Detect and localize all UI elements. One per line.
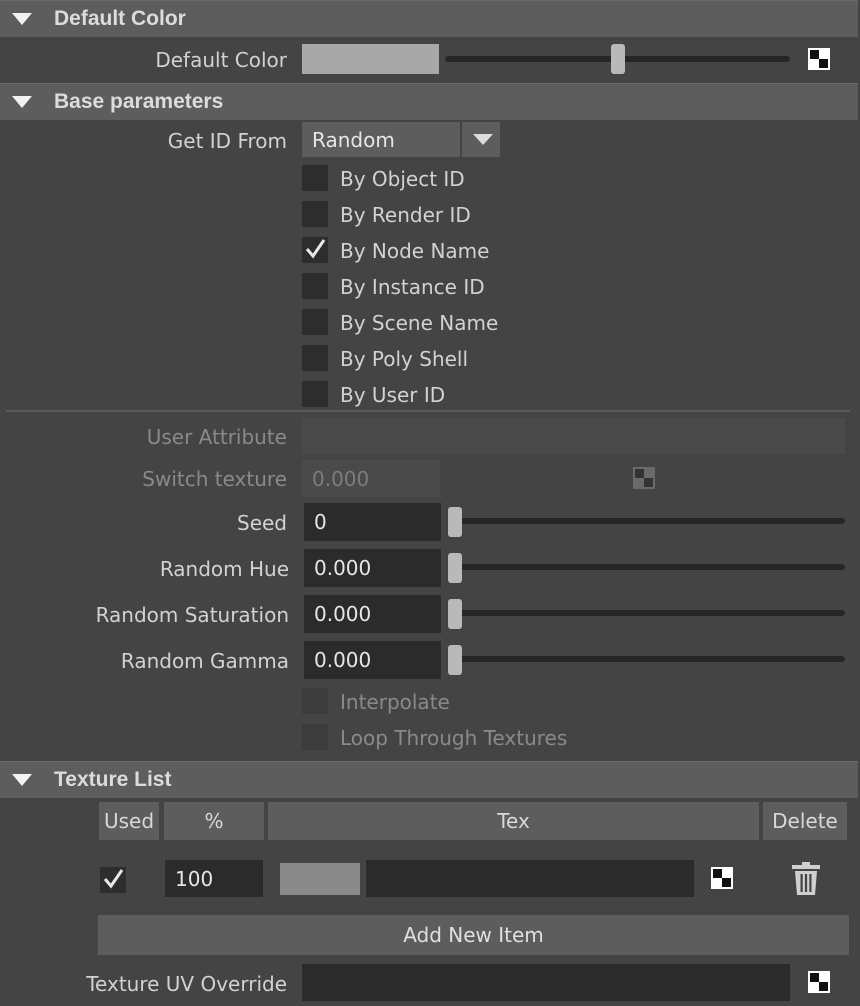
random-saturation-input[interactable]: 0.000 (304, 595, 441, 633)
user-attribute-label: User Attribute (146, 425, 287, 449)
texture-color-swatch[interactable] (280, 863, 360, 895)
get-id-from-label: Get ID From (167, 129, 287, 153)
id-option-label: By Object ID (340, 167, 465, 191)
id-option-checkbox[interactable] (302, 237, 328, 263)
id-option-label: By Poly Shell (340, 347, 469, 371)
id-option-checkbox[interactable] (302, 273, 328, 299)
dropdown-value: Random (312, 128, 395, 152)
random-hue-label: Random Hue (159, 557, 289, 581)
texture-uv-override-label: Texture UV Override (86, 972, 287, 996)
random-hue-slider-track[interactable] (448, 564, 845, 570)
get-id-from-dropdown[interactable]: Random (302, 122, 500, 157)
id-option-label: By Instance ID (340, 275, 485, 299)
random-saturation-slider-track[interactable] (448, 610, 845, 616)
id-option-checkbox[interactable] (302, 345, 328, 371)
trash-icon[interactable] (792, 862, 820, 896)
random-gamma-input[interactable]: 0.000 (304, 641, 441, 679)
section-texture-list[interactable]: Texture List (0, 761, 858, 798)
seed-slider-track[interactable] (448, 518, 845, 524)
random-saturation-label: Random Saturation (95, 603, 289, 627)
chevron-down-icon[interactable] (473, 134, 493, 146)
check-icon (103, 869, 124, 889)
id-option-checkbox[interactable] (302, 165, 328, 191)
seed-input[interactable]: 0 (304, 503, 441, 541)
default-color-swatch[interactable] (302, 44, 439, 74)
random-gamma-label: Random Gamma (120, 649, 289, 673)
dropdown-divider (460, 122, 462, 157)
id-option-label: By Node Name (340, 239, 490, 263)
check-icon (305, 239, 326, 259)
checker-icon[interactable] (633, 467, 655, 489)
id-option-checkbox[interactable] (302, 201, 328, 227)
interpolate-label: Interpolate (340, 690, 450, 714)
switch-texture-input[interactable]: 0.000 (302, 460, 440, 497)
id-option-label: By Scene Name (340, 311, 499, 335)
section-base-parameters[interactable]: Base parameters (0, 83, 858, 120)
section-title: Texture List (54, 768, 172, 791)
id-option-checkbox[interactable] (302, 381, 328, 407)
checker-icon[interactable] (808, 971, 830, 993)
column-header-delete[interactable]: Delete (763, 802, 847, 840)
checker-icon[interactable] (808, 48, 830, 70)
collapse-triangle-icon[interactable] (12, 96, 32, 108)
random-hue-input[interactable]: 0.000 (304, 549, 441, 587)
divider (6, 410, 850, 412)
random-gamma-slider-handle[interactable] (448, 645, 462, 675)
checker-icon[interactable] (711, 867, 733, 889)
interpolate-checkbox[interactable] (302, 688, 328, 714)
texture-uv-override-input[interactable] (302, 964, 790, 1001)
loop-through-textures-checkbox[interactable] (302, 724, 328, 750)
seed-label: Seed (237, 511, 287, 535)
column-header-tex[interactable]: Tex (268, 802, 759, 840)
random-saturation-slider-handle[interactable] (448, 599, 462, 629)
seed-slider-handle[interactable] (448, 507, 462, 537)
percent-input[interactable]: 100 (165, 860, 263, 897)
id-option-label: By User ID (340, 383, 446, 407)
loop-through-textures-label: Loop Through Textures (340, 726, 568, 750)
default-color-label: Default Color (155, 48, 287, 72)
default-color-slider-handle[interactable] (610, 44, 625, 74)
column-header-used[interactable]: Used (99, 802, 159, 840)
collapse-triangle-icon[interactable] (12, 774, 32, 786)
section-title: Base parameters (54, 90, 224, 113)
random-hue-slider-handle[interactable] (448, 553, 462, 583)
switch-texture-label: Switch texture (142, 467, 287, 491)
user-attribute-input[interactable] (302, 418, 845, 454)
add-new-item-button[interactable]: Add New Item (98, 915, 849, 955)
used-checkbox[interactable] (100, 867, 126, 893)
section-default-color[interactable]: Default Color (0, 0, 858, 37)
column-header-percent[interactable]: % (164, 802, 264, 840)
id-option-label: By Render ID (340, 203, 471, 227)
collapse-triangle-icon[interactable] (12, 13, 32, 25)
id-option-checkbox[interactable] (302, 309, 328, 335)
random-gamma-slider-track[interactable] (448, 656, 845, 662)
texture-name-input[interactable] (366, 860, 694, 897)
section-title: Default Color (54, 7, 186, 30)
